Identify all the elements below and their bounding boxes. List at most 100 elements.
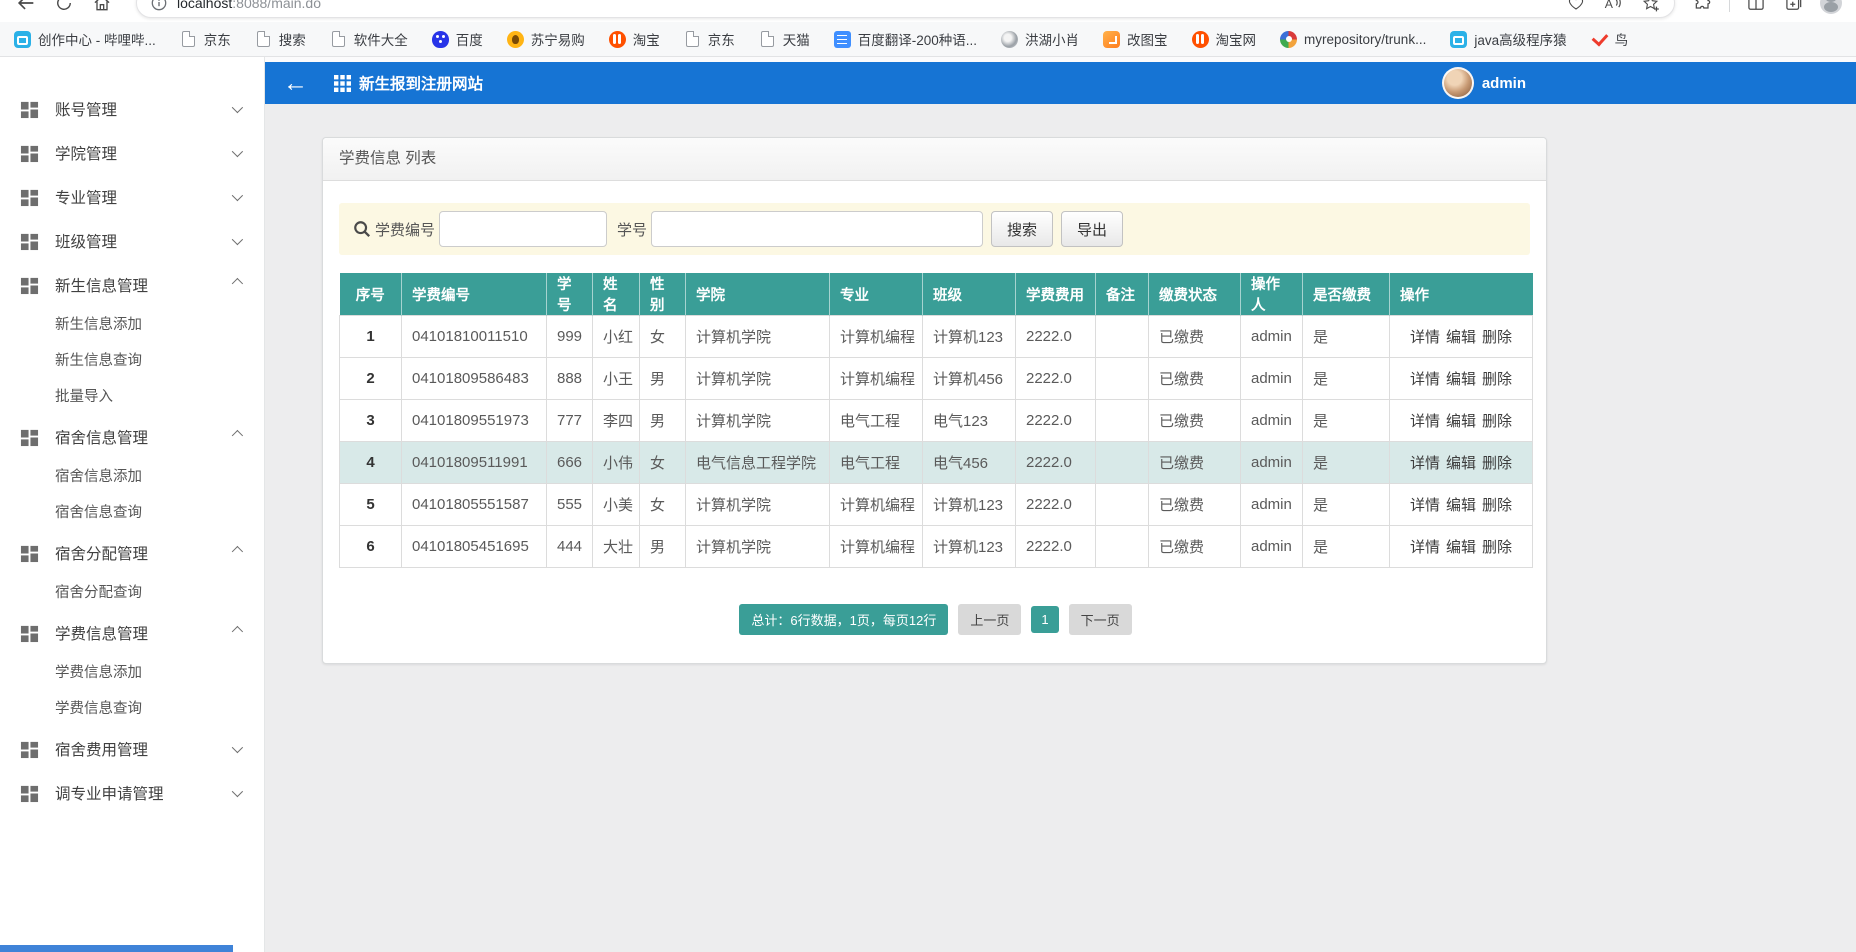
detail-link[interactable]: 详情 <box>1410 329 1440 346</box>
bookmark-item[interactable]: 京东 <box>684 29 735 49</box>
bookmark-item[interactable]: 苏宁易购 <box>507 29 585 49</box>
read-aloud-icon[interactable]: A <box>1603 0 1623 12</box>
sidebar-item[interactable]: 宿舍信息管理 <box>0 415 264 459</box>
bookmark-item[interactable]: 百度翻译-200种语... <box>834 29 977 49</box>
bookmark-item[interactable]: 洪湖小肖 <box>1001 29 1079 49</box>
bookmark-item[interactable]: 搜索 <box>255 29 306 49</box>
delete-link[interactable]: 删除 <box>1482 497 1512 514</box>
bookmark-label: 淘宝 <box>633 29 660 49</box>
edit-link[interactable]: 编辑 <box>1446 413 1476 430</box>
sidebar-subitem[interactable]: 学费信息添加 <box>0 655 264 691</box>
edit-link[interactable]: 编辑 <box>1446 539 1476 556</box>
sidebar-subitem[interactable]: 新生信息查询 <box>0 343 264 379</box>
edit-link[interactable]: 编辑 <box>1446 329 1476 346</box>
edit-link[interactable]: 编辑 <box>1446 371 1476 388</box>
grid-icon <box>20 624 39 643</box>
table-cell: 555 <box>547 484 593 526</box>
table-cell: 男 <box>640 526 686 568</box>
table-cell: 2222.0 <box>1016 442 1096 484</box>
edit-link[interactable]: 编辑 <box>1446 497 1476 514</box>
appbar: ← 新生报到注册网站 admin <box>265 62 1856 104</box>
profile-avatar-icon[interactable] <box>1820 0 1842 14</box>
bookmark-item[interactable]: 百度 <box>432 29 483 49</box>
delete-link[interactable]: 删除 <box>1482 455 1512 472</box>
sidebar-subitem[interactable]: 宿舍信息添加 <box>0 459 264 495</box>
sidebar-item-label: 调专业申请管理 <box>55 782 232 804</box>
edit-link[interactable]: 编辑 <box>1446 455 1476 472</box>
collections-icon[interactable] <box>1782 0 1806 15</box>
sidebar-item[interactable]: 宿舍分配管理 <box>0 531 264 575</box>
table-cell: 777 <box>547 400 593 442</box>
table-cell: 小红 <box>593 316 640 358</box>
user-menu[interactable]: admin <box>1442 62 1526 104</box>
back-arrow-icon[interactable]: ← <box>283 71 308 96</box>
content-area: 学费信息 列表 学费编号 学号 搜索 导出 <box>265 104 1856 952</box>
sidebar: 账号管理学院管理专业管理班级管理新生信息管理新生信息添加新生信息查询批量导入宿舍… <box>0 57 265 952</box>
page-1-button[interactable]: 1 <box>1031 606 1058 633</box>
table-cell: 2222.0 <box>1016 400 1096 442</box>
export-button[interactable]: 导出 <box>1061 211 1123 247</box>
sidebar-subitem[interactable]: 新生信息添加 <box>0 307 264 343</box>
table-cell: 2222.0 <box>1016 526 1096 568</box>
bookmark-item[interactable]: 创作中心 - 哔哩哔... <box>14 29 156 49</box>
table-cell: 计算机编程 <box>830 358 923 400</box>
bookmark-item[interactable]: 天猫 <box>759 29 810 49</box>
table-cell: admin <box>1241 442 1303 484</box>
tuition-no-input[interactable] <box>439 211 607 247</box>
delete-link[interactable]: 删除 <box>1482 413 1512 430</box>
sidebar-item[interactable]: 调专业申请管理 <box>0 771 264 815</box>
sidebar-item[interactable]: 新生信息管理 <box>0 263 264 307</box>
bookmark-item[interactable]: 京东 <box>180 29 231 49</box>
grid-icon <box>20 740 39 759</box>
delete-link[interactable]: 删除 <box>1482 371 1512 388</box>
scrollbar-thumb[interactable] <box>0 945 233 952</box>
refresh-icon[interactable] <box>52 0 76 15</box>
sidebar-item[interactable]: 学院管理 <box>0 131 264 175</box>
bookmark-item[interactable]: 淘宝网 <box>1192 29 1257 49</box>
prev-page-button[interactable]: 上一页 <box>958 604 1021 635</box>
sidebar-item[interactable]: 账号管理 <box>0 87 264 131</box>
next-page-button[interactable]: 下一页 <box>1069 604 1132 635</box>
bookmark-item[interactable]: 鸟 <box>1591 29 1629 49</box>
home-icon[interactable] <box>90 0 114 15</box>
site-info-icon[interactable] <box>151 0 167 11</box>
sidebar-item[interactable]: 班级管理 <box>0 219 264 263</box>
split-screen-icon[interactable] <box>1744 0 1768 15</box>
url-bar[interactable]: localhost:8088/main.do A <box>136 0 1675 18</box>
table-cell: admin <box>1241 526 1303 568</box>
browser-essentials-icon[interactable] <box>1567 0 1585 12</box>
sidebar-item[interactable]: 学费信息管理 <box>0 611 264 655</box>
delete-link[interactable]: 删除 <box>1482 539 1512 556</box>
grid-icon <box>20 100 39 119</box>
chevron-up-icon <box>232 546 243 557</box>
table-cell: 计算机123 <box>923 316 1016 358</box>
add-favorite-icon[interactable] <box>1641 0 1660 13</box>
table-cell: 666 <box>547 442 593 484</box>
detail-link[interactable]: 详情 <box>1410 371 1440 388</box>
sidebar-subitem[interactable]: 宿舍信息查询 <box>0 495 264 531</box>
table-cell: 2222.0 <box>1016 316 1096 358</box>
detail-link[interactable]: 详情 <box>1410 497 1440 514</box>
student-no-input[interactable] <box>651 211 983 247</box>
detail-link[interactable]: 详情 <box>1410 413 1440 430</box>
bookmark-label: 京东 <box>708 29 735 49</box>
detail-link[interactable]: 详情 <box>1410 455 1440 472</box>
sidebar-subitem[interactable]: 宿舍分配查询 <box>0 575 264 611</box>
sidebar-item[interactable]: 宿舍费用管理 <box>0 727 264 771</box>
bookmark-item[interactable]: 改图宝 <box>1103 29 1168 49</box>
bookmark-item[interactable]: 淘宝 <box>609 29 660 49</box>
sidebar-subitem[interactable]: 批量导入 <box>0 379 264 415</box>
sidebar-item[interactable]: 专业管理 <box>0 175 264 219</box>
extensions-icon[interactable] <box>1691 0 1715 15</box>
detail-link[interactable]: 详情 <box>1410 539 1440 556</box>
column-header: 缴费状态 <box>1149 273 1241 316</box>
table-cell: 计算机学院 <box>686 400 830 442</box>
delete-link[interactable]: 删除 <box>1482 329 1512 346</box>
bird-icon <box>1591 31 1608 48</box>
bookmark-item[interactable]: 软件大全 <box>330 29 408 49</box>
sidebar-subitem[interactable]: 学费信息查询 <box>0 691 264 727</box>
search-button[interactable]: 搜索 <box>991 211 1053 247</box>
back-icon[interactable] <box>14 0 38 15</box>
bookmark-item[interactable]: myrepository/trunk... <box>1280 31 1426 48</box>
bookmark-item[interactable]: java高级程序猿 <box>1450 29 1566 49</box>
